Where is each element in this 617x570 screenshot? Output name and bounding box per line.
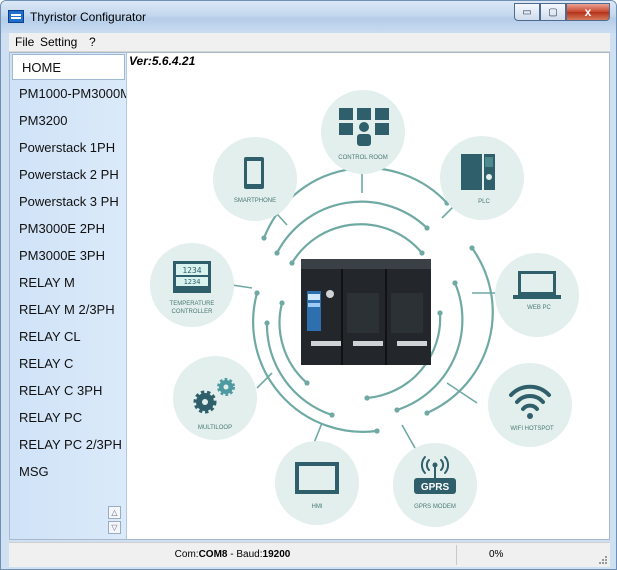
thyristor-device-image (301, 259, 431, 365)
sidebar-item-relay-cl[interactable]: RELAY CL (10, 324, 126, 350)
connection-status: Com:COM8 - Baud:19200 (9, 549, 456, 560)
menu-file[interactable]: File (15, 35, 34, 49)
baud-label: - Baud: (227, 549, 263, 560)
node-control-room: CONTROL ROOM (321, 90, 405, 174)
label-wifi-hotspot: WIFI HOTSPOT (510, 426, 554, 432)
node-multiloop: MULTILOOP (173, 356, 257, 440)
sidebar-item-msg[interactable]: MSG (10, 459, 126, 485)
node-temperature-controller: 1234 1234 TEMPERATURE CONTROLLER (150, 243, 234, 327)
label-hmi: HMI (312, 504, 323, 510)
sidebar: HOME PM1000-PM3000M PM3200 Powerstack 1P… (10, 53, 127, 539)
maximize-button[interactable]: ▢ (540, 3, 566, 21)
close-button[interactable]: x (566, 3, 610, 21)
node-hmi: HMI (275, 441, 359, 525)
window-controls: ▭ ▢ x (514, 3, 610, 23)
node-plc: PLC (440, 136, 524, 220)
label-smartphone: SMARTPHONE (234, 198, 276, 204)
window-title: Thyristor Configurator (30, 10, 147, 24)
label-gprs-modem: GPRS MODEM (414, 504, 456, 510)
temp-display-bottom: 1234 (184, 278, 201, 286)
sidebar-scroll-up-button[interactable]: △ (108, 506, 121, 519)
sidebar-item-pm3000e-3ph[interactable]: PM3000E 3PH (10, 243, 126, 269)
sidebar-item-relay-c-3ph[interactable]: RELAY C 3PH (10, 378, 126, 404)
baud-value: 19200 (262, 549, 291, 560)
home-panel: Ver:5.6.4.21 CONTROL ROOM SMARTPHONE PLC… (127, 53, 609, 539)
sidebar-item-powerstack-3ph[interactable]: Powerstack 3 PH (10, 189, 126, 215)
temp-display-top: 1234 (182, 266, 201, 275)
label-temperature: TEMPERATURE (170, 301, 215, 307)
title-bar[interactable]: Thyristor Configurator ▭ ▢ x (1, 1, 616, 33)
com-label: Com: (174, 549, 199, 560)
sidebar-item-pm1000-pm3000m[interactable]: PM1000-PM3000M (10, 81, 126, 107)
com-value: COM8 (198, 549, 228, 560)
sidebar-item-relay-m[interactable]: RELAY M (10, 270, 126, 296)
label-plc: PLC (478, 199, 490, 205)
node-wifi-hotspot: WIFI HOTSPOT (488, 363, 572, 447)
app-icon (8, 10, 24, 23)
sidebar-item-relay-pc[interactable]: RELAY PC (10, 405, 126, 431)
connectivity-diagram: CONTROL ROOM SMARTPHONE PLC 1234 1234 TE… (150, 90, 579, 527)
sidebar-item-relay-m-23ph[interactable]: RELAY M 2/3PH (10, 297, 126, 323)
label-control-room: CONTROL ROOM (338, 155, 387, 161)
app-window: Thyristor Configurator ▭ ▢ x File Settin… (0, 0, 617, 570)
client-area: HOME PM1000-PM3000M PM3200 Powerstack 1P… (9, 52, 610, 540)
label-controller: CONTROLLER (171, 309, 213, 315)
progress-percent: 0% (489, 549, 504, 560)
sidebar-scroll-down-button[interactable]: ▽ (108, 521, 121, 534)
status-divider (456, 545, 457, 565)
label-multiloop: MULTILOOP (198, 425, 232, 431)
sidebar-item-pm3200[interactable]: PM3200 (10, 108, 126, 134)
resize-grip-icon[interactable] (598, 555, 608, 565)
minimize-button[interactable]: ▭ (514, 3, 540, 21)
node-web-pc: WEB PC (495, 253, 579, 337)
menu-setting[interactable]: Setting (40, 35, 77, 49)
sidebar-item-relay-c[interactable]: RELAY C (10, 351, 126, 377)
sidebar-item-pm3000e-2ph[interactable]: PM3000E 2PH (10, 216, 126, 242)
sidebar-item-powerstack-2ph[interactable]: Powerstack 2 PH (10, 162, 126, 188)
sidebar-item-relay-pc-23ph[interactable]: RELAY PC 2/3PH (10, 432, 126, 458)
sidebar-item-home[interactable]: HOME (12, 54, 125, 80)
menu-help[interactable]: ? (89, 35, 96, 49)
label-web-pc: WEB PC (527, 305, 551, 311)
menu-bar: File Setting ? (9, 33, 610, 52)
sidebar-item-powerstack-1ph[interactable]: Powerstack 1PH (10, 135, 126, 161)
node-smartphone: SMARTPHONE (213, 137, 297, 221)
gprs-badge-text: GPRS (421, 482, 450, 493)
node-gprs-modem: GPRS GPRS MODEM (393, 443, 477, 527)
status-bar: Com:COM8 - Baud:19200 0% (9, 542, 610, 567)
